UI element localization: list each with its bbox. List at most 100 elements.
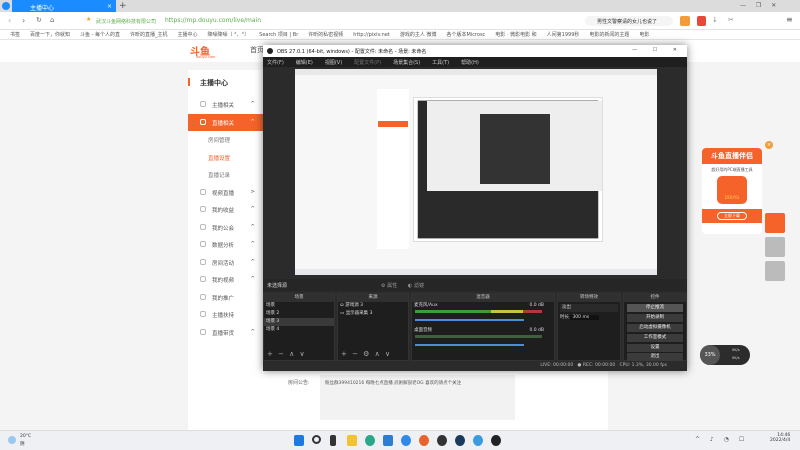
source-controls[interactable]: + − ⚙ ∧ ∨ xyxy=(341,350,390,358)
sidebar-item[interactable]: 主播相关 ^ xyxy=(188,96,263,113)
bookmark[interactable]: 斗鱼 - 每个人的直 xyxy=(80,30,120,39)
sidebar-item[interactable]: 直播带货 ^ xyxy=(188,324,263,341)
download-button[interactable]: 立即下载 xyxy=(717,212,747,220)
settings-button[interactable]: 设置 xyxy=(627,344,683,352)
close-tab-icon[interactable]: × xyxy=(107,3,112,10)
window-controls[interactable]: — ❐ ✕ xyxy=(740,2,776,9)
bookmark[interactable]: 主播中心 xyxy=(178,30,198,39)
source-item[interactable]: ▭ 显示器采集 3 xyxy=(338,310,408,318)
game-icon[interactable] xyxy=(680,16,690,26)
scene-item[interactable]: 场景 2 xyxy=(264,310,334,318)
scene-item[interactable]: 场景 4 xyxy=(264,326,334,334)
volume-slider[interactable] xyxy=(415,319,524,321)
sidebar-item[interactable]: 我的视频 ^ xyxy=(188,271,263,288)
download-icon[interactable]: ↓ xyxy=(712,16,718,24)
close-promo-icon[interactable]: × xyxy=(765,141,773,149)
bookmark[interactable]: 许昕的直播_主机 xyxy=(130,30,168,39)
bookmark[interactable]: 游戏的主人 微博 xyxy=(400,30,437,39)
bookmark[interactable]: 百度一下，你就知 xyxy=(30,30,70,39)
sidebar-item[interactable]: 房间活动 ^ xyxy=(188,254,263,271)
scene-item[interactable]: 场景 xyxy=(264,302,334,310)
firefox-icon[interactable] xyxy=(419,435,429,446)
bookmark[interactable]: Search 项目 | Br xyxy=(259,30,298,39)
bookmark[interactable]: 电影 xyxy=(639,30,649,39)
start-icon[interactable] xyxy=(294,435,304,446)
bookmark[interactable]: http://pixiv.net xyxy=(353,30,390,39)
exit-button[interactable]: 退出 xyxy=(627,353,683,361)
back-icon[interactable]: ‹ xyxy=(8,16,11,25)
weather-temp[interactable]: 20°C xyxy=(20,434,31,439)
edge-icon[interactable] xyxy=(365,435,375,446)
virtual-camera-button[interactable]: 启动虚拟摄像机 xyxy=(627,324,683,332)
scene-controls[interactable]: + − ∧ ∨ xyxy=(267,350,305,358)
task-view-icon[interactable] xyxy=(330,435,336,446)
taskbar: 20°C 阴 ^ ♪ ◔ ☐ 14:46 2022/4/4 xyxy=(0,430,800,450)
studio-mode-button[interactable]: 工作室模式 xyxy=(627,334,683,342)
bookmark[interactable]: 书签 xyxy=(10,30,20,39)
bookmark[interactable]: 降噪降噪（ °、°） xyxy=(208,30,250,39)
sidebar-item[interactable]: 房间管理 xyxy=(188,131,263,148)
sidebar-item[interactable]: 我的推广 xyxy=(188,289,263,306)
menu-tools[interactable]: 工具(T) xyxy=(432,60,449,66)
search-box[interactable]: 男性文警察请的女儿也说了 xyxy=(585,16,673,26)
menu-icon[interactable]: ≡ xyxy=(786,15,793,24)
obs-preview[interactable] xyxy=(295,69,657,275)
bookmark[interactable]: 各个版本Microsc xyxy=(446,30,485,39)
bookmark[interactable]: 电影 · 微影电影 和 xyxy=(495,30,536,39)
file-explorer-icon[interactable] xyxy=(347,435,357,446)
bookmark[interactable]: 许昕的私密视频 xyxy=(308,30,343,39)
filters-button[interactable]: ◐ 滤镜 xyxy=(408,282,424,289)
extension-icon[interactable] xyxy=(697,16,706,26)
home-icon[interactable]: ⌂ xyxy=(50,16,54,24)
star-icon[interactable]: ★ xyxy=(86,16,91,23)
duration-input[interactable]: 300 ms xyxy=(570,315,600,320)
sidebar-item[interactable]: 视频直播 > xyxy=(188,184,263,201)
menu-icon xyxy=(200,276,206,282)
scissors-icon[interactable]: ✂ xyxy=(728,16,734,24)
menu-scene-collection[interactable]: 场景集合(S) xyxy=(393,60,420,66)
menu-edit[interactable]: 编辑(E) xyxy=(296,60,313,66)
home-button[interactable] xyxy=(765,237,785,257)
new-tab-button[interactable]: + xyxy=(119,1,127,11)
game-app-icon[interactable] xyxy=(437,435,447,446)
sidebar-item[interactable]: 数据分析 ^ xyxy=(188,236,263,253)
obs-window-controls[interactable]: — ☐ ✕ xyxy=(632,47,677,53)
security-icon[interactable] xyxy=(383,435,393,446)
menu-help[interactable]: 帮助(H) xyxy=(461,60,479,66)
announcement-textarea[interactable]: 粉丝群399410216 每晚七点直播 武術解說老OG 喜欢的请点个关注 xyxy=(320,375,515,420)
sidebar-item[interactable]: 直播相关 ^ xyxy=(188,113,263,131)
sidebar-item[interactable]: 我的收益 ^ xyxy=(188,201,263,218)
menu-profile[interactable]: 配置文件(P) xyxy=(354,60,381,66)
sidebar-item[interactable]: 直播记录 xyxy=(188,166,263,183)
source-item[interactable]: ⛀ 游戏源 3 xyxy=(338,302,408,310)
promo-card[interactable]: 斗鱼直播伴侣 超好用的PC端直播工具 DOUYU 立即下载 xyxy=(702,148,762,234)
live-play-button[interactable] xyxy=(765,213,785,233)
scene-item-selected[interactable]: 场景 3 xyxy=(264,318,334,326)
system-tray[interactable]: ^ ♪ ◔ ☐ xyxy=(695,436,748,443)
sidebar-item[interactable]: 我的公会 ^ xyxy=(188,219,263,236)
transition-select[interactable]: 淡出 xyxy=(560,304,618,312)
nav-home-link[interactable]: 首页 xyxy=(250,45,264,55)
forward-icon[interactable]: › xyxy=(22,16,25,25)
start-recording-button[interactable]: 开始录制 xyxy=(627,314,683,322)
menu-view[interactable]: 视图(V) xyxy=(325,60,342,66)
menu-file[interactable]: 文件(F) xyxy=(267,60,284,66)
stop-streaming-button[interactable]: 停止推流 xyxy=(627,304,683,312)
sidebar-item[interactable]: 直播设置 xyxy=(188,149,263,166)
volume-slider[interactable] xyxy=(415,344,524,346)
bookmark[interactable]: 人间第1999秒 xyxy=(547,30,580,39)
search-icon[interactable] xyxy=(312,435,321,444)
obs-taskbar-icon[interactable] xyxy=(491,435,501,446)
properties-button[interactable]: ⚙ 属性 xyxy=(381,282,397,289)
steam-icon[interactable] xyxy=(455,435,465,446)
chat-app-icon[interactable] xyxy=(473,435,483,446)
reload-icon[interactable]: ↻ xyxy=(36,16,42,24)
sidebar-item[interactable]: 主播扶持 xyxy=(188,306,263,323)
tab-main[interactable]: 主播中心 × xyxy=(12,0,116,12)
robot-button[interactable] xyxy=(765,261,785,281)
bookmark[interactable]: 电影的新闻的主题 xyxy=(589,30,629,39)
clock[interactable]: 14:46 2022/4/4 xyxy=(770,433,790,443)
net-speed-widget[interactable]: 33% 0K/s 0K/s xyxy=(700,345,750,365)
browser-app-icon[interactable] xyxy=(401,435,411,446)
url-input[interactable]: https://mp.douyu.com/live/main xyxy=(165,17,261,24)
